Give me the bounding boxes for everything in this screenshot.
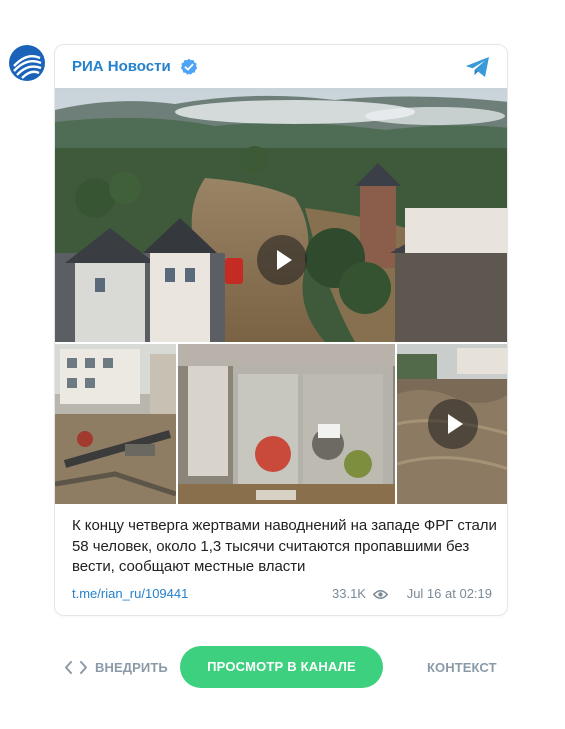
media-thumb-photo[interactable] xyxy=(55,344,176,504)
embed-label: ВНЕДРИТЬ xyxy=(95,660,168,675)
post-date: Jul 16 at 02:19 xyxy=(406,586,492,601)
play-icon[interactable] xyxy=(257,235,307,285)
play-icon[interactable] xyxy=(428,399,478,449)
post-link[interactable]: t.me/rian_ru/109441 xyxy=(72,586,188,601)
flooded-shop-window-image xyxy=(178,344,395,504)
code-brackets-icon xyxy=(65,661,87,674)
channel-name[interactable]: РИА Новости xyxy=(72,58,171,76)
eye-icon xyxy=(373,590,388,599)
post-header: РИА Новости xyxy=(55,45,507,89)
telegram-plane-icon[interactable] xyxy=(465,56,491,78)
media-thumb-video[interactable] xyxy=(397,344,507,504)
post-meta: t.me/rian_ru/109441 33.1K Jul 16 at 02:1… xyxy=(72,586,492,604)
context-button[interactable]: КОНТЕКСТ xyxy=(427,660,497,675)
media-thumbnails xyxy=(55,344,507,504)
media-main-video[interactable] xyxy=(55,88,507,342)
post-card: РИА Новости К концу четверга жертвами на… xyxy=(54,44,508,616)
view-count: 33.1K xyxy=(332,586,366,601)
embed-footer: ВНЕДРИТЬ ПРОСМОТР В КАНАЛЕ КОНТЕКСТ xyxy=(0,644,565,690)
ria-logo-icon xyxy=(9,45,45,81)
flood-town-aerial-image xyxy=(55,88,507,342)
flood-street-debris-image xyxy=(55,344,176,504)
verified-check-icon xyxy=(180,58,198,75)
view-in-channel-button[interactable]: ПРОСМОТР В КАНАЛЕ xyxy=(180,646,383,688)
media-thumb-photo[interactable] xyxy=(178,344,395,504)
post-text: К концу четверга жертвами наводнений на … xyxy=(72,517,497,575)
channel-avatar[interactable] xyxy=(8,44,46,82)
